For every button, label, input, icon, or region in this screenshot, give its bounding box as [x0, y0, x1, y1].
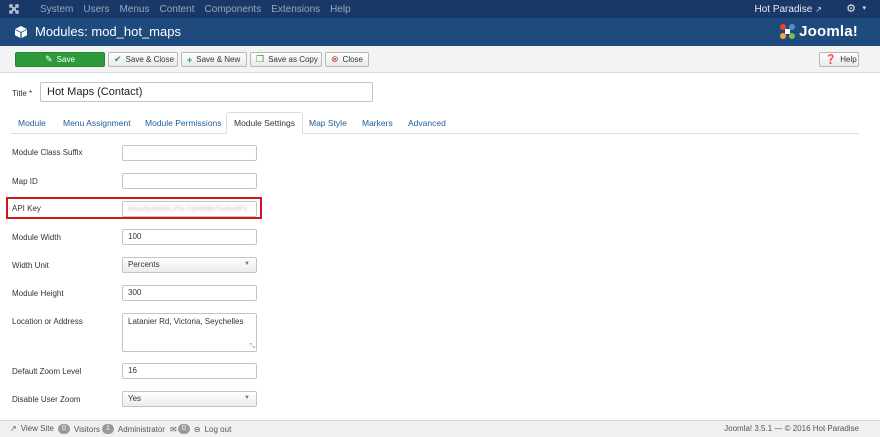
save-copy-button[interactable]: ❐ Save as Copy: [250, 52, 322, 67]
close-icon: ⊗: [331, 54, 339, 64]
gear-icon[interactable]: ⚙: [846, 2, 856, 15]
zoom-level-input[interactable]: 16: [122, 363, 257, 379]
close-button[interactable]: ⊗ Close: [325, 52, 369, 67]
tab-module[interactable]: Module: [11, 112, 53, 133]
menu-users[interactable]: Users: [83, 4, 109, 15]
footer-credit: Joomla! 3.5.1 — © 2016 Hot Paradise: [724, 424, 859, 433]
administrator-label: Administrator: [117, 424, 166, 434]
admin-count-badge: 1: [102, 424, 114, 434]
title-input[interactable]: Hot Maps (Contact): [40, 82, 373, 102]
width-unit-label: Width Unit: [12, 261, 49, 270]
save-label: Save: [56, 55, 75, 64]
module-width-label: Module Width: [12, 233, 61, 242]
module-height-label: Module Height: [12, 289, 64, 298]
zoom-level-label: Default Zoom Level: [12, 367, 82, 376]
location-label: Location or Address: [12, 317, 83, 326]
mail-count-badge: 0: [178, 424, 190, 434]
visitors-label: Visitors: [73, 424, 100, 434]
logout-link[interactable]: 0 ⊖ Log out: [178, 424, 231, 434]
location-textarea[interactable]: Latanier Rd, Victoria, Seychelles ⤡: [122, 313, 257, 352]
class-suffix-label: Module Class Suffix: [12, 148, 83, 157]
tab-advanced[interactable]: Advanced: [401, 112, 453, 133]
tab-markers[interactable]: Markers: [355, 112, 400, 133]
joomla-brand: Joomla!: [779, 23, 858, 40]
page-title: Modules: mod_hot_maps: [35, 24, 181, 39]
page-header: Modules: mod_hot_maps Joomla!: [0, 18, 880, 46]
map-id-input[interactable]: [122, 173, 257, 189]
disable-zoom-label: Disable User Zoom: [12, 395, 81, 404]
menu-help[interactable]: Help: [330, 4, 351, 15]
location-value: Latanier Rd, Victoria, Seychelles: [128, 317, 244, 326]
view-site-label: View Site: [20, 424, 54, 433]
menu-system[interactable]: System: [40, 4, 73, 15]
resize-grip-icon[interactable]: ⤡: [249, 343, 255, 351]
toolbar: ✎ Save ✔ Save & Close + Save & New ❐ Sav…: [0, 46, 880, 73]
close-label: Close: [342, 55, 363, 64]
module-width-input[interactable]: 100: [122, 229, 257, 245]
save-button[interactable]: ✎ Save: [15, 52, 105, 67]
plus-icon: +: [187, 54, 193, 65]
api-key-input[interactable]: AIzaSyAWGLPN-YyHHMvTn4w8P1: [122, 201, 257, 217]
chevron-down-icon: ▼: [244, 395, 250, 401]
logout-label: Log out: [204, 424, 232, 434]
class-suffix-input[interactable]: [122, 145, 257, 161]
tab-map-style[interactable]: Map Style: [302, 112, 354, 133]
title-label: Title *: [12, 89, 33, 98]
menu-menus[interactable]: Menus: [119, 4, 149, 15]
question-icon: ❓: [825, 54, 837, 64]
help-label: Help: [840, 55, 857, 64]
chevron-down-icon: ▼: [244, 261, 250, 267]
menu-components[interactable]: Components: [205, 4, 262, 15]
status-bar: ↗ View Site 0 Visitors 1 Administrator ✉…: [0, 420, 880, 437]
module-height-input[interactable]: 300: [122, 285, 257, 301]
tab-bar: Module Menu Assignment Module Permission…: [11, 112, 859, 134]
api-key-value: AIzaSyAWGLPN-YyHHMvTn4w8P1: [128, 206, 248, 213]
tab-module-settings[interactable]: Module Settings: [226, 112, 303, 134]
cube-icon: [15, 26, 27, 38]
copy-icon: ❐: [256, 54, 265, 64]
api-key-label: API Key: [12, 204, 41, 213]
width-unit-value: Percents: [128, 260, 160, 269]
help-button[interactable]: ❓ Help: [819, 52, 859, 67]
map-id-label: Map ID: [12, 177, 38, 186]
save-close-label: Save & Close: [125, 55, 175, 64]
save-close-button[interactable]: ✔ Save & Close: [108, 52, 178, 67]
tab-module-permissions[interactable]: Module Permissions: [138, 112, 229, 133]
site-name: Hot Paradise: [754, 3, 813, 15]
external-link-icon: ↗: [815, 4, 822, 14]
save-copy-label: Save as Copy: [268, 55, 318, 64]
mail-icon[interactable]: ✉: [170, 425, 177, 434]
joomla-logo-icon: [780, 24, 796, 39]
admin-status: 1 Administrator ✉: [102, 424, 177, 434]
visitors-count-badge: 0: [58, 424, 70, 434]
caret-down-icon[interactable]: ▾: [862, 4, 866, 12]
save-new-label: Save & New: [196, 55, 241, 64]
joomla-wordmark: Joomla!: [799, 23, 858, 40]
joomla-logo-icon[interactable]: [8, 3, 20, 15]
disable-zoom-value: Yes: [128, 394, 142, 403]
top-navbar: System Users Menus Content Components Ex…: [0, 0, 880, 18]
disable-zoom-select[interactable]: Yes ▼: [122, 391, 257, 407]
menu-content[interactable]: Content: [159, 4, 194, 15]
visitors-status: 0 Visitors: [58, 424, 100, 434]
top-menu: System Users Menus Content Components Ex…: [40, 0, 361, 18]
save-new-button[interactable]: + Save & New: [181, 52, 247, 67]
site-link[interactable]: Hot Paradise ↗: [754, 0, 822, 18]
minus-icon: ⊖: [193, 424, 201, 434]
menu-extensions[interactable]: Extensions: [271, 4, 320, 15]
width-unit-select[interactable]: Percents ▼: [122, 257, 257, 273]
external-link-icon: ↗: [10, 424, 17, 433]
view-site-link[interactable]: ↗ View Site: [10, 424, 54, 433]
edit-icon: ✎: [45, 54, 53, 64]
check-icon: ✔: [114, 54, 122, 64]
tab-menu-assignment[interactable]: Menu Assignment: [56, 112, 138, 133]
